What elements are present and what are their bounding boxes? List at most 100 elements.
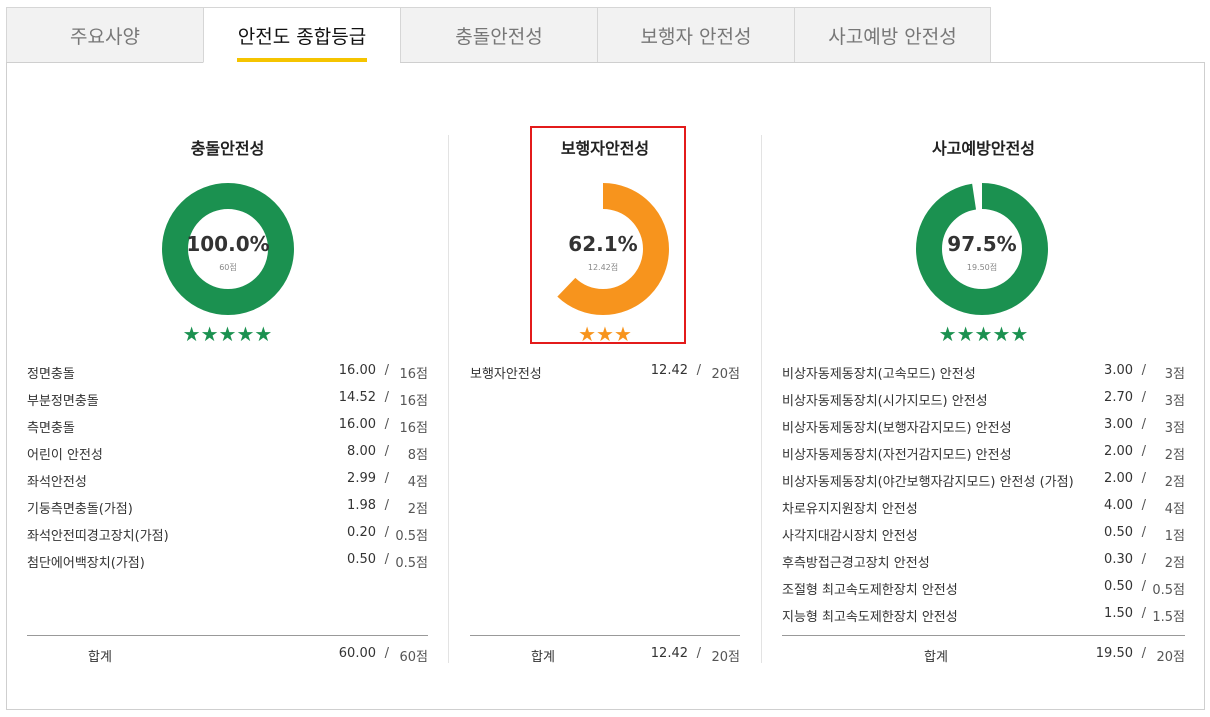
separator: / [384, 498, 389, 513]
tab-main-specs[interactable]: 주요사양 [6, 7, 203, 63]
tab-pedestrian-safety[interactable]: 보행자 안전성 [597, 7, 794, 63]
score-max: 3점 [1164, 394, 1185, 409]
separator: / [1141, 363, 1146, 378]
score-value: 16.00 [338, 417, 376, 432]
total-divider [470, 635, 740, 636]
percent-label: 100.0% [186, 232, 270, 256]
score-label: 정면충돌 [27, 367, 75, 382]
score-row: 좌석안전띠경고장치(가점) 0.20 / 0.5점 [27, 525, 428, 545]
score-label: 차로유지지원장치 안전성 [782, 502, 918, 517]
separator: / [1141, 444, 1146, 459]
separator: / [1141, 646, 1146, 661]
total-row: 합계 60.00 / 60점 [27, 646, 428, 666]
score-max: 3점 [1164, 367, 1185, 382]
separator: / [1141, 498, 1146, 513]
separator: / [384, 552, 389, 567]
score-label: 측면충돌 [27, 421, 75, 436]
score-row: 첨단에어백장치(가점) 0.50 / 0.5점 [27, 552, 428, 572]
score-row: 부분정면충돌 14.52 / 16점 [27, 390, 428, 410]
score-value: 8.00 [347, 444, 376, 459]
score-max: 20점 [711, 367, 740, 382]
total-value: 60.00 [338, 646, 376, 661]
total-label: 합계 [88, 650, 112, 665]
star-rating: ★★★★★ [938, 322, 1029, 346]
score-max: 16점 [399, 394, 428, 409]
score-row: 어린이 안전성 8.00 / 8점 [27, 444, 428, 464]
separator: / [1141, 552, 1146, 567]
separator: / [1141, 471, 1146, 486]
score-value: 2.99 [347, 471, 376, 486]
collision-column: 충돌안전성 100.0% 60점 ★★★★★ 정면충돌 16.00/16점 부분정면… [27, 63, 428, 709]
separator: / [384, 363, 389, 378]
score-row: 비상자동제동장치(고속모드) 안전성 3.00 / 3점 [782, 363, 1185, 383]
score-max: 16점 [399, 367, 428, 382]
points-label: 19.50점 [966, 263, 998, 272]
score-label: 좌석안전성 [27, 475, 87, 490]
score-row: 비상자동제동장치(자전거감지모드) 안전성 2.00 / 2점 [782, 444, 1185, 464]
separator: / [384, 444, 389, 459]
score-row: 측면충돌 16.00 / 16점 [27, 417, 428, 437]
score-max: 4점 [407, 475, 428, 490]
score-label: 비상자동제동장치(야간보행자감지모드) 안전성 (가점) [782, 475, 1074, 490]
score-row: 조절형 최고속도제한장치 안전성 0.50 / 0.5점 [782, 579, 1185, 599]
separator: / [1141, 579, 1146, 594]
score-label: 비상자동제동장치(시가지모드) 안전성 [782, 394, 988, 409]
total-row: 합계 12.42 / 20점 [470, 646, 740, 666]
score-row: 정면충돌 16.00 / 16점 [27, 363, 428, 383]
column-divider [761, 135, 762, 663]
tab-label: 안전도 종합등급 [237, 25, 367, 48]
total-max: 20점 [711, 650, 740, 665]
score-max: 2점 [1164, 556, 1185, 571]
score-label: 첨단에어백장치(가점) [27, 556, 145, 571]
score-row: 보행자안전성 12.42 / 20점 [470, 363, 740, 383]
total-label: 합계 [531, 650, 555, 665]
separator: / [696, 646, 701, 661]
points-label: 60점 [219, 263, 237, 272]
score-label: 사각지대감시장치 안전성 [782, 529, 918, 544]
score-row: 좌석안전성 2.99 / 4점 [27, 471, 428, 491]
score-label: 부분정면충돌 [27, 394, 99, 409]
tab-label: 충돌안전성 [455, 25, 543, 48]
score-value: 0.30 [1104, 552, 1133, 567]
tab-label: 주요사양 [70, 25, 140, 48]
score-value: 3.00 [1104, 417, 1133, 432]
prevention-column: 사고예방안전성 97.5% 19.50점 ★★★★★ 비상자동제동장치(고속모드… [782, 63, 1185, 709]
score-label: 보행자안전성 [470, 367, 542, 382]
score-label: 기둥측면충돌(가점) [27, 502, 133, 517]
tab-overall-grade[interactable]: 안전도 종합등급 [203, 7, 400, 63]
total-divider [782, 635, 1185, 636]
score-label: 후측방접근경고장치 안전성 [782, 556, 930, 571]
total-row: 합계 19.50 / 20점 [782, 646, 1185, 666]
separator: / [384, 646, 389, 661]
tab-bar: 주요사양 안전도 종합등급 충돌안전성 보행자 안전성 사고예방 안전성 [6, 7, 991, 63]
separator: / [384, 390, 389, 405]
score-row: 기둥측면충돌(가점) 1.98 / 2점 [27, 498, 428, 518]
score-value: 4.00 [1104, 498, 1133, 513]
score-value: 0.50 [1104, 525, 1133, 540]
collision-donut: 100.0% 60점 [162, 183, 294, 315]
percent-label: 97.5% [947, 232, 1017, 256]
tab-label: 보행자 안전성 [640, 25, 752, 48]
tab-collision-safety[interactable]: 충돌안전성 [400, 7, 597, 63]
column-title: 사고예방안전성 [931, 139, 1036, 158]
tab-label: 사고예방 안전성 [828, 25, 957, 48]
score-max: 3점 [1164, 421, 1185, 436]
score-row: 후측방접근경고장치 안전성 0.30 / 2점 [782, 552, 1185, 572]
score-row: 비상자동제동장치(시가지모드) 안전성 2.70 / 3점 [782, 390, 1185, 410]
score-row: 비상자동제동장치(야간보행자감지모드) 안전성 (가점) 2.00 / 2점 [782, 471, 1185, 491]
star-rating: ★★★★★ [182, 322, 273, 346]
score-value: 1.98 [347, 498, 376, 513]
score-value: 12.42 [650, 363, 688, 378]
total-value: 12.42 [650, 646, 688, 661]
score-value: 0.50 [1104, 579, 1133, 594]
total-divider [27, 635, 428, 636]
total-value: 19.50 [1095, 646, 1133, 661]
score-row: 지능형 최고속도제한장치 안전성 1.50 / 1.5점 [782, 606, 1185, 626]
score-max: 2점 [407, 502, 428, 517]
tab-accident-prevention[interactable]: 사고예방 안전성 [794, 7, 991, 63]
total-max: 60점 [399, 650, 428, 665]
score-label: 비상자동제동장치(자전거감지모드) 안전성 [782, 448, 1012, 463]
score-max: 0.5점 [395, 529, 428, 544]
separator: / [1141, 417, 1146, 432]
score-label: 조절형 최고속도제한장치 안전성 [782, 583, 958, 598]
